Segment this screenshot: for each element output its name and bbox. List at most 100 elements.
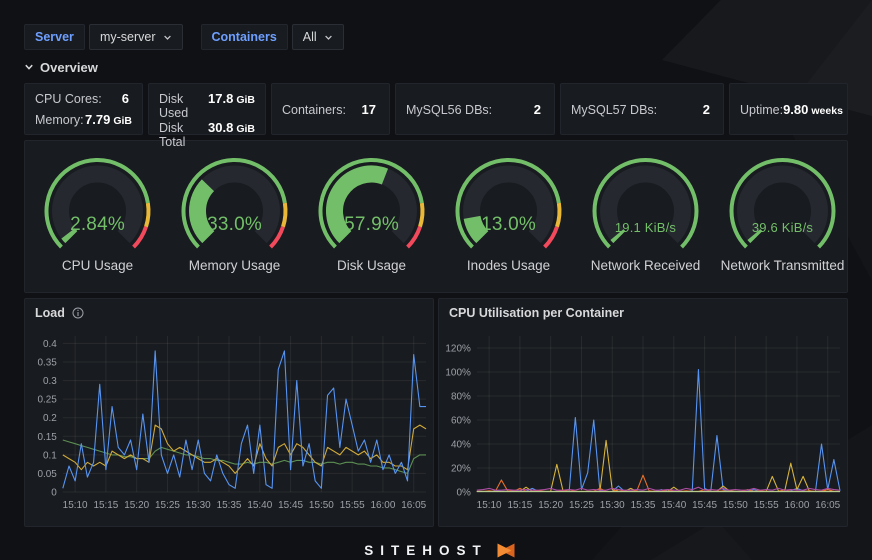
- svg-text:15:30: 15:30: [186, 500, 211, 511]
- gauge-network-received: 19.1 KiB/s Network Received: [577, 151, 714, 286]
- cpu-container-chart-panel: CPU Utilisation per Container 0% 20% 40% 60…: [438, 298, 848, 527]
- gauge-arc: [714, 151, 851, 255]
- svg-text:80%: 80%: [451, 391, 471, 402]
- stat-label: Memory:: [35, 113, 84, 127]
- server-variable-label-text: Server: [35, 30, 74, 44]
- panel-title-text: CPU Utilisation per Container: [449, 306, 624, 320]
- stat-row: Memory: 7.79GiB: [35, 112, 132, 127]
- chevron-down-icon: [163, 33, 172, 42]
- gauge-inodes-usage: 13.0% Inodes Usage: [440, 151, 577, 286]
- stat-panel-cpu-memory: CPU Cores: 6 Memory: 7.79GiB: [24, 83, 143, 135]
- brand-wordmark: SITEHOST: [357, 543, 488, 558]
- stat-label: Uptime:: [740, 103, 783, 117]
- stat-panel-mysql56: MySQL56 DBs: 2: [395, 83, 555, 135]
- svg-text:15:35: 15:35: [217, 500, 242, 511]
- gauge-arc: [303, 151, 440, 255]
- containers-variable-label-text: Containers: [212, 30, 277, 44]
- svg-text:15:55: 15:55: [754, 500, 779, 511]
- gauge-label: CPU Usage: [29, 258, 166, 273]
- stat-value: 17: [362, 102, 379, 117]
- svg-text:0.15: 0.15: [37, 432, 57, 443]
- svg-text:0.1: 0.1: [43, 450, 57, 461]
- stat-label: Containers:: [282, 103, 346, 117]
- cpu-container-chart[interactable]: 0%20%40%60%80%100%120%15:1015:1515:2015:…: [439, 326, 847, 524]
- svg-text:15:45: 15:45: [692, 500, 717, 511]
- section-title: Overview: [40, 60, 98, 75]
- svg-text:15:10: 15:10: [63, 500, 88, 511]
- svg-text:15:20: 15:20: [538, 500, 563, 511]
- gauge-disk-usage: 57.9% Disk Usage: [303, 151, 440, 286]
- gauge-label: Inodes Usage: [440, 258, 577, 273]
- server-variable-select[interactable]: my-server: [89, 24, 183, 50]
- svg-text:16:00: 16:00: [784, 500, 809, 511]
- stat-value: 7.79GiB: [85, 112, 132, 127]
- svg-text:15:40: 15:40: [247, 500, 272, 511]
- panel-title-text: Load: [35, 306, 65, 320]
- stat-value: 30.8GiB: [208, 120, 255, 135]
- svg-text:15:10: 15:10: [477, 500, 502, 511]
- stat-panel-disk: Disk Used 17.8GiB Disk Total 30.8GiB: [148, 83, 266, 135]
- svg-text:60%: 60%: [451, 415, 471, 426]
- svg-text:0.2: 0.2: [43, 413, 57, 424]
- stat-row: MySQL56 DBs: 2: [406, 102, 544, 117]
- overview-section-toggle[interactable]: Overview: [24, 59, 98, 75]
- gauge-arc: [166, 151, 303, 255]
- stat-panel-uptime: Uptime: 9.80weeks: [729, 83, 848, 135]
- svg-text:15:55: 15:55: [340, 500, 365, 511]
- chevron-down-icon: [324, 33, 333, 42]
- svg-text:15:50: 15:50: [309, 500, 334, 511]
- chevron-down-icon: [24, 62, 34, 72]
- svg-text:15:15: 15:15: [507, 500, 532, 511]
- svg-text:0.3: 0.3: [43, 376, 57, 387]
- load-chart[interactable]: 00.050.10.150.20.250.30.350.415:1015:151…: [25, 326, 433, 524]
- svg-text:15:45: 15:45: [278, 500, 303, 511]
- svg-text:0.05: 0.05: [37, 469, 57, 480]
- svg-text:0.4: 0.4: [43, 339, 57, 350]
- load-panel-title[interactable]: Load: [25, 299, 433, 326]
- svg-text:20%: 20%: [451, 463, 471, 474]
- variables-bar: Server my-server Containers All: [24, 24, 848, 50]
- stat-value: 9.80weeks: [783, 102, 843, 117]
- svg-text:0.25: 0.25: [37, 395, 57, 406]
- load-chart-panel: Load 00.050.10.150.20.250.30.350.415:101…: [24, 298, 434, 527]
- svg-text:15:50: 15:50: [723, 500, 748, 511]
- svg-text:15:35: 15:35: [631, 500, 656, 511]
- containers-variable-value: All: [303, 30, 317, 44]
- containers-variable-label: Containers: [201, 24, 288, 50]
- svg-text:0%: 0%: [456, 487, 471, 498]
- svg-text:120%: 120%: [445, 343, 471, 354]
- svg-text:40%: 40%: [451, 439, 471, 450]
- stat-label: Disk Total: [159, 121, 208, 149]
- stat-row: Uptime: 9.80weeks: [740, 102, 837, 117]
- svg-text:15:25: 15:25: [155, 500, 180, 511]
- gauges-panel: 2.84% CPU Usage 33.0% Memory Usage 57.9%…: [24, 140, 848, 293]
- stat-panel-containers: Containers: 17: [271, 83, 390, 135]
- gauge-value: 19.1 KiB/s: [577, 220, 714, 235]
- svg-text:16:00: 16:00: [370, 500, 395, 511]
- gauge-label: Memory Usage: [166, 258, 303, 273]
- containers-variable-select[interactable]: All: [292, 24, 344, 50]
- svg-text:0: 0: [51, 487, 57, 498]
- svg-text:15:30: 15:30: [600, 500, 625, 511]
- gauge-label: Network Received: [577, 258, 714, 273]
- dashboard-page: Server my-server Containers All Overview: [0, 0, 872, 560]
- gauge-network-transmitted: 39.6 KiB/s Network Transmitted: [714, 151, 851, 286]
- gauge-value: 39.6 KiB/s: [714, 220, 851, 235]
- charts-row: Load 00.050.10.150.20.250.30.350.415:101…: [24, 298, 848, 527]
- cpu-container-panel-title[interactable]: CPU Utilisation per Container: [439, 299, 847, 326]
- info-icon[interactable]: [72, 307, 84, 319]
- svg-text:15:20: 15:20: [124, 500, 149, 511]
- stat-row: CPU Cores: 6: [35, 91, 132, 106]
- svg-text:15:15: 15:15: [93, 500, 118, 511]
- stat-value: 17.8GiB: [208, 91, 255, 106]
- gauge-value: 57.9%: [303, 214, 440, 236]
- svg-text:15:25: 15:25: [569, 500, 594, 511]
- gauge-memory-usage: 33.0% Memory Usage: [166, 151, 303, 286]
- gauge-cpu-usage: 2.84% CPU Usage: [29, 151, 166, 286]
- server-variable-label: Server: [24, 24, 85, 50]
- footer: SITEHOST: [24, 539, 848, 560]
- gauge-value: 2.84%: [29, 214, 166, 236]
- server-variable-value: my-server: [100, 30, 156, 44]
- stat-panel-mysql57: MySQL57 DBs: 2: [560, 83, 724, 135]
- gauge-label: Network Transmitted: [714, 258, 851, 273]
